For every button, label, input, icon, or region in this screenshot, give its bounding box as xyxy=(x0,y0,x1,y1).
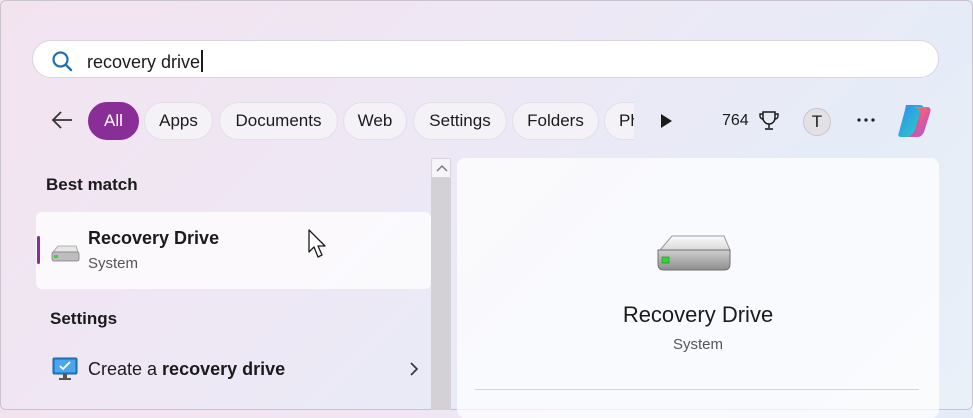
filter-chip-settings[interactable]: Settings xyxy=(413,102,507,140)
monitor-icon xyxy=(52,357,78,380)
preview-divider xyxy=(475,389,919,390)
scroll-up-button[interactable] xyxy=(431,158,451,178)
filter-chip-folders[interactable]: Folders xyxy=(512,102,599,140)
filter-chip-web[interactable]: Web xyxy=(343,102,407,140)
preview-type: System xyxy=(672,336,723,353)
drive-icon xyxy=(51,245,80,262)
more-icon[interactable] xyxy=(855,109,877,131)
chevron-up-icon xyxy=(436,165,448,172)
filter-chip-documents[interactable]: Documents xyxy=(219,102,338,140)
selection-indicator xyxy=(37,236,40,264)
text-caret xyxy=(201,50,203,72)
settings-heading: Settings xyxy=(50,309,118,328)
preview-title: Recovery Drive xyxy=(622,302,774,327)
chevron-right-icon[interactable] xyxy=(408,361,420,377)
rewards-points: 764 xyxy=(722,112,749,129)
filter-chip-all[interactable]: All xyxy=(88,102,139,140)
back-arrow-icon[interactable] xyxy=(50,108,74,132)
scroll-thumb[interactable] xyxy=(431,178,451,410)
drive-icon xyxy=(657,235,731,271)
trophy-icon[interactable] xyxy=(758,110,780,132)
filter-chip-photos[interactable]: Ph xyxy=(604,102,634,140)
settings-result-label: Create a recovery drive xyxy=(88,359,286,379)
avatar[interactable]: T xyxy=(803,108,831,136)
results-scrollbar[interactable] xyxy=(431,158,451,410)
best-match-item[interactable]: Recovery Drive System xyxy=(36,212,431,289)
search-box[interactable]: recovery drive xyxy=(32,40,939,78)
preview-panel: Recovery Drive System xyxy=(457,158,939,418)
settings-result-item[interactable]: Create a recovery drive xyxy=(36,346,431,392)
search-input[interactable]: recovery drive xyxy=(87,50,203,73)
play-icon[interactable] xyxy=(659,113,673,129)
best-match-type: System xyxy=(88,255,139,272)
copilot-icon[interactable] xyxy=(894,102,934,140)
best-match-name: Recovery Drive xyxy=(88,228,220,248)
filter-chip-apps[interactable]: Apps xyxy=(144,102,213,140)
search-icon xyxy=(52,51,73,72)
best-match-heading: Best match xyxy=(46,175,138,194)
mouse-cursor-icon xyxy=(308,229,326,258)
